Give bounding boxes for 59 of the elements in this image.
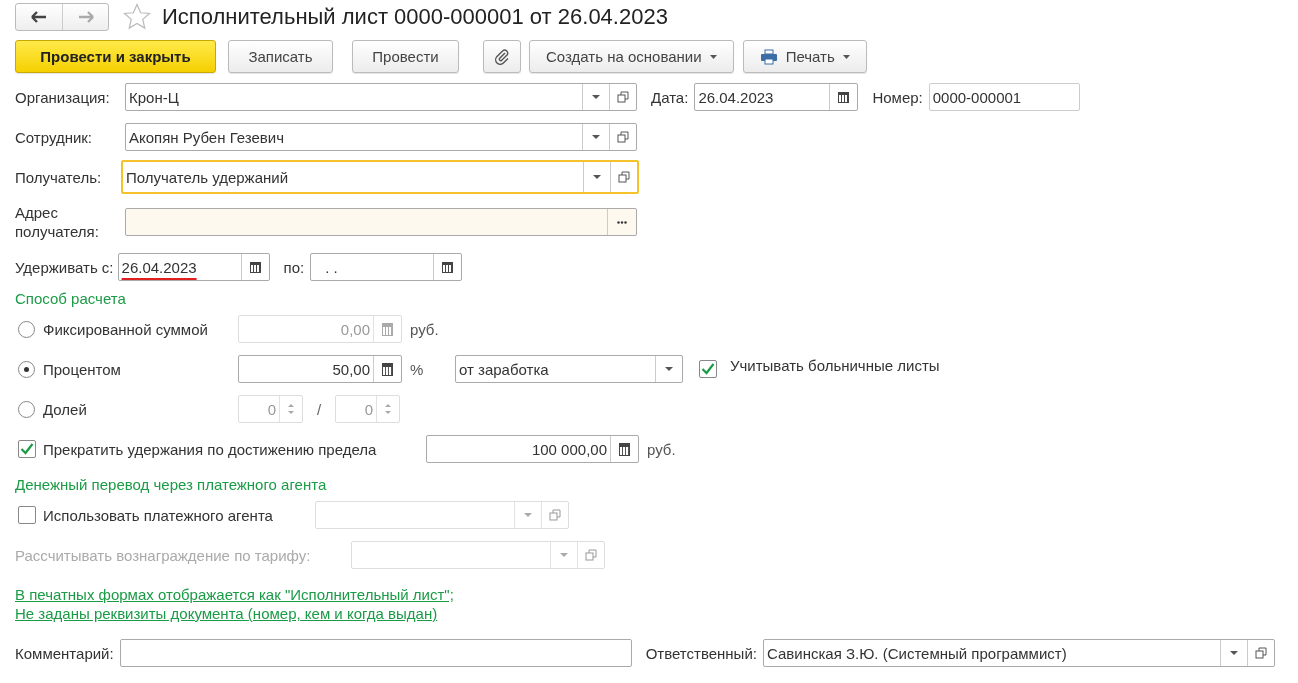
date-field[interactable]: . . bbox=[310, 253, 463, 281]
field-label: Комментарий: bbox=[15, 644, 114, 662]
checkbox-label: Учитывать больничные листы bbox=[730, 356, 940, 374]
field-label: Номер: bbox=[872, 88, 923, 106]
field-label: Адрес получателя: bbox=[15, 203, 100, 241]
radio-button[interactable] bbox=[18, 400, 35, 418]
checkbox-label: Использовать платежного агента bbox=[43, 506, 274, 524]
agent-field[interactable] bbox=[315, 501, 569, 529]
radio-label: Процентом bbox=[43, 360, 122, 378]
unit-label: % bbox=[410, 360, 425, 378]
info-link[interactable]: В печатных формах отображается как "Исполнительный лист"; Не заданы реквизиты документа (номер, кем и когда выдан) bbox=[15, 585, 455, 623]
paperclip-icon bbox=[494, 48, 510, 65]
field-label: Дата: bbox=[651, 88, 689, 106]
toolbar-button[interactable]: Провести и закрыть bbox=[15, 40, 216, 73]
comment-field[interactable] bbox=[119, 639, 632, 667]
address-field[interactable] bbox=[125, 208, 637, 236]
toolbar-button[interactable]: Провести bbox=[352, 40, 459, 73]
field-label: Удерживать с: bbox=[15, 258, 114, 276]
radio-label: Долей bbox=[43, 400, 88, 418]
checkbox[interactable] bbox=[18, 506, 36, 524]
menu-button[interactable]: Создать на основании bbox=[529, 40, 734, 73]
field-label: Рассчитывать вознаграждение по тарифу: bbox=[15, 546, 312, 564]
employee-field[interactable]: Акопян Рубен Гезевич bbox=[125, 123, 637, 151]
separator-label: / bbox=[315, 400, 323, 418]
printer-icon bbox=[759, 48, 778, 65]
section-heading: Денежный перевод через платежного агента bbox=[15, 474, 328, 495]
responsible-field[interactable]: Савинская З.Ю. (Системный программист) bbox=[762, 639, 1275, 667]
radio-button[interactable] bbox=[18, 360, 35, 378]
radio-button[interactable] bbox=[18, 320, 35, 338]
field-label: Сотрудник: bbox=[15, 128, 94, 146]
toolbar-button[interactable]: Записать bbox=[228, 40, 333, 73]
radio-label: Фиксированной суммой bbox=[43, 320, 209, 338]
number-field[interactable]: 50,00 bbox=[238, 355, 402, 383]
caret-icon bbox=[842, 54, 850, 59]
unit-label: руб. bbox=[647, 440, 677, 458]
field-label: Получатель: bbox=[15, 168, 103, 186]
print-button[interactable]: Печать bbox=[742, 40, 867, 73]
checkbox-label: Прекратить удержания по достижению предела bbox=[43, 440, 378, 458]
arrow-right-icon bbox=[77, 11, 94, 23]
window-title: Исполнительный лист 0000-000001 от 26.04.2023 bbox=[162, 4, 668, 30]
arrow-left-icon bbox=[31, 11, 47, 23]
field-label: по: bbox=[283, 258, 305, 276]
caret-icon bbox=[709, 54, 717, 59]
checkbox[interactable] bbox=[18, 440, 36, 458]
recipient-field[interactable]: Получатель удержаний bbox=[121, 160, 639, 194]
section-heading: Способ расчета bbox=[15, 288, 127, 309]
limit-field[interactable]: 100 000,00 bbox=[426, 435, 639, 463]
date-field[interactable]: 26.04.2023 bbox=[117, 253, 270, 281]
checkbox[interactable] bbox=[699, 360, 717, 378]
tariff-field[interactable] bbox=[351, 541, 605, 569]
attach-button[interactable] bbox=[483, 40, 521, 73]
organization-field[interactable]: Крон-Ц bbox=[125, 83, 637, 111]
unit-label: руб. bbox=[410, 320, 440, 338]
base-dropdown[interactable]: от заработка bbox=[455, 355, 683, 383]
star-icon[interactable] bbox=[122, 2, 152, 32]
number-field[interactable]: 0000-000001 bbox=[928, 83, 1080, 111]
date-field[interactable]: 26.04.2023 bbox=[694, 83, 859, 111]
field-label: Ответственный: bbox=[645, 644, 757, 662]
field-label: Организация: bbox=[15, 88, 111, 106]
